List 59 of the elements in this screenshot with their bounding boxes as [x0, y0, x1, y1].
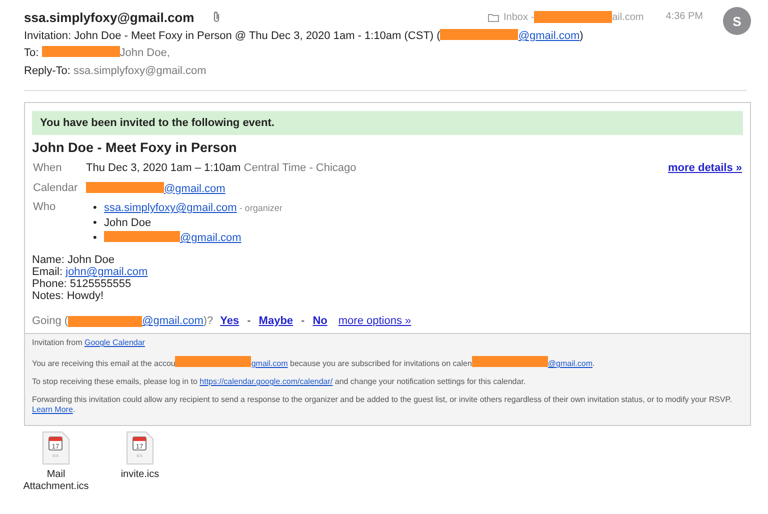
email-link[interactable]: @gmail.com	[180, 232, 242, 244]
rsvp-link[interactable]: Yes	[220, 315, 240, 327]
email-link[interactable]: https://calendar.google.com/calendar/	[200, 377, 333, 386]
label-text: )?	[203, 315, 214, 327]
text: ail.com	[612, 12, 644, 22]
separator-text: -	[301, 315, 305, 327]
email-link[interactable]: @gmail.com	[548, 359, 592, 368]
field-label: Reply-To:	[24, 65, 70, 77]
field-label: Calendar	[33, 182, 79, 194]
bullet-text: •	[93, 201, 98, 216]
attachment-name[interactable]: Mail Attachment.ics	[21, 469, 91, 493]
folder-icon	[488, 13, 500, 22]
text: John Doe	[104, 217, 152, 229]
text: Inbox -	[503, 12, 534, 22]
text: )	[580, 30, 584, 42]
text: Forwarding this invitation could allow any recipient to send a response to the organizer and be added to the guest list, or invite others regardless of their own invitation status, or to modify your RSVP.	[32, 395, 732, 404]
email-link[interactable]: @gmail.com	[142, 315, 204, 327]
field-label: Who	[33, 201, 57, 213]
reply-to-address: ssa.simplyfoxy@gmail.com	[74, 65, 206, 77]
sender-name: ssa.simplyfoxy@gmail.com	[24, 10, 194, 24]
text: and change your notification settings for this calendar.	[334, 377, 526, 386]
label-text: John Doe,	[120, 47, 170, 59]
text: Phone: 5125555555	[32, 278, 132, 290]
email-link[interactable]: john@gmail.com	[66, 266, 148, 278]
email-link[interactable]: Google Calendar	[84, 338, 145, 347]
time-text: 4:36 PM	[666, 11, 703, 22]
label-text: Going (	[32, 315, 68, 327]
email-link[interactable]: gmail.com	[251, 359, 288, 368]
timezone-text: Central Time - Chicago	[244, 162, 356, 174]
text: You are receiving this email at the accou	[32, 359, 176, 368]
text: Invitation: John Doe - Meet Foxy in Person @ Thu Dec 3, 2020 1am - 1:10am (CST) (	[24, 30, 440, 42]
bullet-text: •	[93, 216, 98, 231]
text: Notes: Howdy!	[32, 290, 104, 302]
text: .	[592, 359, 595, 368]
avatar: S	[723, 7, 751, 35]
text: .	[72, 405, 76, 414]
rsvp-link[interactable]: Maybe	[258, 315, 294, 327]
email-link[interactable]: ssa.simplyfoxy@gmail.com	[104, 202, 237, 214]
role-text: - organizer	[238, 203, 282, 213]
event-time: Thu Dec 3, 2020 1am – 1:10am	[86, 162, 241, 174]
text: Email:	[32, 266, 64, 278]
more-options-link[interactable]: more options »	[338, 315, 412, 327]
bullet-text: •	[93, 231, 98, 246]
more-details-link[interactable]: more details »	[668, 162, 742, 174]
invitation-banner: You have been invited to the following event.	[32, 111, 743, 135]
email-link[interactable]: @gmail.com	[518, 30, 580, 42]
paperclip-icon	[212, 11, 222, 23]
field-label: To:	[24, 47, 39, 59]
event-title: John Doe - Meet Foxy in Person	[32, 140, 238, 155]
text: because you are subscribed for invitations on calen	[289, 359, 472, 368]
email-link[interactable]: @gmail.com	[164, 182, 226, 194]
separator-text: -	[247, 315, 251, 327]
text: Invitation from	[32, 338, 84, 347]
text: Name: John Doe	[32, 254, 115, 266]
attachment-name[interactable]: invite.ics	[120, 469, 160, 481]
email-link[interactable]: Learn More	[32, 405, 73, 414]
text: To stop receiving these emails, please log in to	[32, 377, 198, 386]
rsvp-link[interactable]: No	[312, 315, 328, 327]
field-label: When	[33, 162, 63, 174]
